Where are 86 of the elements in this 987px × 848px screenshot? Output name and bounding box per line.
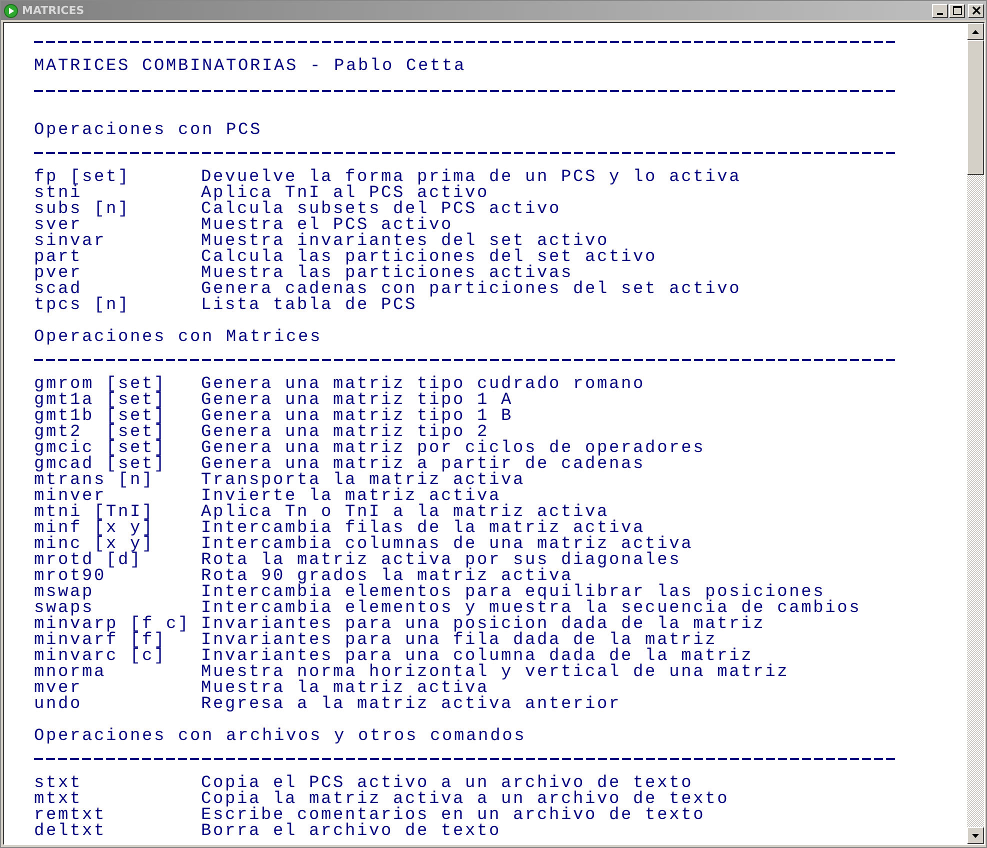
command-description: Genera una matriz tipo 1 A [201,393,514,409]
command-name: gmt1a [set] [34,393,168,409]
command-name: remtxt [34,808,108,824]
command-description: Genera una matriz por ciclos de operadores [201,441,706,457]
command-description: Muestra las particiones activas [201,266,574,282]
command-description: Copia el PCS activo a un archivo de texto [201,776,694,792]
scrollbar[interactable] [967,23,984,844]
command-description: Genera una matriz tipo 2 [201,425,490,441]
command-description: Copia la matriz activa a un archivo de texto [201,792,730,808]
command-description: Invierte la matriz activa [201,489,502,505]
command-name: gmcad [set] [34,457,168,473]
command-name: stxt [34,776,84,792]
command-name: mswap [34,585,96,601]
command-name: stni [34,186,82,202]
section-heading: Operaciones con Matrices [34,330,324,346]
minimize-icon [937,12,943,14]
command-description: Lista tabla de PCS [201,298,418,314]
command-description: Genera una matriz a partir de cadenas [201,457,646,473]
command-name: mrotd [d] [34,553,142,569]
command-description: Intercambia elementos para equilibrar las posiciones [201,585,826,601]
minimize-button[interactable] [932,4,948,18]
play-icon [4,4,18,18]
command-name: minvarp [f c] [34,617,192,633]
command-name: deltxt [34,824,108,840]
command-name: gmt2 [set] [34,425,168,441]
command-name: part [34,250,84,266]
command-description: Genera cadenas con particiones del set activo [201,282,742,298]
command-description: Aplica TnI al PCS activo [201,186,490,202]
command-description: Escribe comentarios en un archivo de texto [201,808,706,824]
command-name: tpcs [n] [34,298,132,314]
command-name: minf [x y] [34,521,156,537]
command-name: mtrans [n] [34,473,154,489]
command-name: gmt1b [set] [34,409,168,425]
command-description: Genera una matriz tipo cudrado romano [201,377,646,393]
command-name: mver [34,681,84,697]
command-name: mrot90 [34,569,108,585]
maximize-button[interactable] [949,4,965,18]
command-description: Intercambia elementos y muestra la secuencia de cambios [201,601,862,617]
command-name: gmrom [set] [34,377,168,393]
command-name: sinvar [34,234,108,250]
window-title: MATRICES [22,4,84,17]
command-description: Calcula subsets del PCS activo [201,202,562,218]
down-arrow-icon [972,834,979,838]
program-title: MATRICES COMBINATORIAS - Pablo Cetta [34,56,468,78]
command-name: mtni [TnI] [34,505,156,521]
command-name: minver [34,489,106,505]
command-name: minvarc [c] [34,649,168,665]
command-name: fp [set] [34,170,132,186]
command-name: scad [34,282,84,298]
command-description: Rota la matriz activa por sus diagonales [201,553,682,569]
command-name: subs [n] [34,202,132,218]
command-description: Intercambia columnas de una matriz activa [201,537,694,553]
section-heading: Operaciones con PCS [34,123,264,139]
command-description: Muestra la matriz activa [201,681,490,697]
command-description: Muestra el PCS activo [201,218,454,234]
command-name: sver [34,218,82,234]
scroll-thumb[interactable] [967,40,984,175]
command-description: Invariantes para una posicion dada de la matriz [201,617,766,633]
command-description: Invariantes para una fila dada de la matriz [201,633,718,649]
close-button[interactable] [968,4,984,18]
command-description: Transporta la matriz activa [201,473,526,489]
close-icon [972,6,980,15]
command-description: Invariantes para una columna dada de la matriz [201,649,754,665]
up-arrow-icon [972,30,979,34]
command-description: Genera una matriz tipo 1 B [201,409,514,425]
section-heading: Operaciones con archivos y otros comandos [34,729,528,745]
command-name: minvarf [f] [34,633,167,649]
command-description: Rota 90 grados la matriz activa [201,569,574,585]
command-description: Borra el archivo de texto [201,824,502,840]
command-name: gmcic [set] [34,441,168,457]
command-description: Muestra norma horizontal y vertical de una matriz [201,665,790,681]
command-name: undo [34,697,84,713]
scroll-down-button[interactable] [967,827,984,844]
command-description: Muestra invariantes del set activo [201,234,610,250]
command-description: Devuelve la forma prima de un PCS y lo activa [201,170,742,186]
command-name: mnorma [34,665,108,681]
command-name: minc [x y] [34,537,156,553]
command-description: Calcula las particiones del set activo [201,250,658,266]
command-description: Intercambia filas de la matriz activa [201,521,646,537]
command-name: mtxt [34,792,82,808]
command-name: pver [34,266,84,282]
scroll-up-button[interactable] [967,23,984,40]
command-description: Regresa a la matriz activa anterior [201,697,622,713]
command-description: Aplica Tn o TnI a la matriz activa [201,505,610,521]
maximize-icon [952,6,962,15]
command-name: swaps [34,601,94,617]
